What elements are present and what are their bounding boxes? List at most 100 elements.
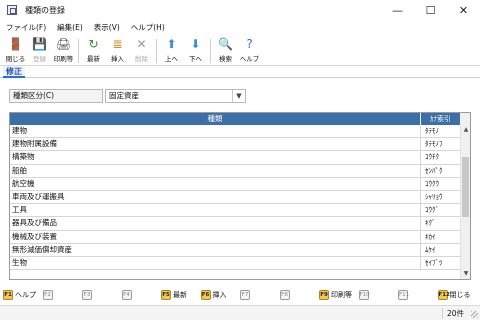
scroll-thumb[interactable]: [462, 157, 469, 217]
table-row[interactable]: 生物 ｾｲﾌﾞﾂ: [10, 256, 460, 271]
table-row[interactable]: 船舶 ｾﾝﾊﾟｸ: [10, 164, 460, 178]
table-row[interactable]: 器具及び備品 ｷｸﾞ: [10, 217, 460, 231]
kana-index-cell[interactable]: ｷｸﾞ: [421, 217, 460, 229]
function-key-label: 最新: [173, 291, 187, 299]
table-row[interactable]: 構築物 ｺｳﾁｸ: [10, 151, 460, 165]
menu-file[interactable]: ファイル(F): [6, 22, 46, 33]
mode-label: 修正: [3, 66, 25, 78]
toolbar-button-label: 登録: [33, 55, 46, 63]
function-key-badge: F7: [240, 290, 250, 300]
close-door-icon: 🚪: [8, 37, 23, 51]
delete-icon: ✕: [136, 37, 147, 51]
function-key-f8: F8: [279, 288, 320, 302]
column-header-kana[interactable]: ｶﾅ索引: [421, 113, 460, 125]
toolbar-button-label: 削除: [135, 55, 148, 63]
minimize-button[interactable]: —: [381, 0, 414, 20]
function-key-f5[interactable]: F5 最新: [161, 288, 201, 302]
category-select[interactable]: 固定資産 ▼: [105, 89, 246, 103]
type-name-cell[interactable]: 構築物: [10, 151, 421, 164]
function-key-f12[interactable]: F12 閉じる: [437, 288, 478, 302]
kana-index-cell[interactable]: ﾑｹｲ: [421, 244, 460, 256]
function-key-label: 閉じる: [449, 291, 471, 299]
toolbar-button-label: ヘルプ: [239, 55, 260, 63]
resize-grip-icon[interactable]: [471, 311, 478, 318]
refresh-icon: ↻: [88, 37, 99, 51]
function-key-f4: F4: [121, 288, 162, 302]
kana-index-cell[interactable]: ｷｶｲ: [421, 231, 460, 243]
arrow-up-icon: ⬆: [166, 37, 177, 51]
close-window-button[interactable]: ✕: [447, 0, 480, 20]
function-key-f9[interactable]: F9 印刷等: [319, 288, 359, 302]
type-name-cell[interactable]: 工具: [10, 204, 421, 217]
type-name-cell[interactable]: 航空機: [10, 177, 421, 190]
insert-icon: ≣: [112, 37, 123, 51]
type-name-cell[interactable]: 船舶: [10, 164, 421, 177]
table-row[interactable]: 工具 ｺｳｸﾞ: [10, 204, 460, 218]
column-header-name[interactable]: 種類: [10, 113, 421, 125]
toolbar-button-label: 最新: [87, 55, 100, 63]
app-icon: [7, 5, 17, 15]
toolbar-button-label: 上へ: [165, 55, 178, 63]
function-key-f1[interactable]: F1 ヘルプ: [3, 288, 43, 302]
toolbar-button-9[interactable]: ? ヘルプ: [238, 37, 261, 65]
kana-index-cell[interactable]: ｺｳｸｳ: [421, 178, 460, 190]
chevron-down-icon[interactable]: ▼: [232, 90, 245, 102]
menu-view[interactable]: 表示(V): [94, 22, 120, 33]
function-key-badge: F1: [3, 290, 13, 300]
type-name-cell[interactable]: 建物: [10, 125, 421, 138]
toolbar-button-2[interactable]: 🖨 印刷等: [52, 37, 75, 65]
table-row[interactable]: 航空機 ｺｳｸｳ: [10, 177, 460, 191]
toolbar-button-5[interactable]: ✕ 削除: [130, 37, 153, 65]
toolbar-button-0[interactable]: 🚪 閉じる: [4, 37, 27, 65]
vertical-scrollbar[interactable]: ▲ ▼: [460, 125, 470, 279]
table-row[interactable]: 建物附属設備 ﾀﾃﾓﾉﾌ: [10, 138, 460, 152]
table-row[interactable]: 車両及び運搬具 ｼｬﾘｮｳ: [10, 190, 460, 205]
type-name-cell[interactable]: 生物: [10, 256, 421, 270]
function-key-label: 挿入: [212, 291, 227, 299]
menu-edit[interactable]: 編集(E): [57, 22, 83, 33]
maximize-button[interactable]: ☐: [414, 0, 447, 20]
help-icon: ?: [246, 37, 253, 51]
toolbar-separator: [156, 39, 157, 63]
scroll-up-icon[interactable]: ▲: [461, 125, 470, 135]
function-key-badge: F6: [200, 290, 211, 300]
function-key-f2: F2: [42, 288, 83, 302]
kana-index-cell[interactable]: ﾀﾃﾓﾉﾌ: [421, 138, 460, 150]
toolbar-button-3[interactable]: ↻ 最新: [82, 37, 105, 65]
toolbar-button-1[interactable]: 💾 登録: [28, 37, 51, 65]
kana-index-cell[interactable]: ｺｳﾁｸ: [421, 151, 460, 163]
type-name-cell[interactable]: 車両及び運搬具: [10, 190, 421, 204]
function-key-f6[interactable]: F6 挿入: [200, 288, 241, 302]
function-key-badge: F4: [121, 290, 132, 300]
scroll-down-icon[interactable]: ▼: [461, 269, 470, 279]
type-name-cell[interactable]: 無形減価償却資産: [10, 243, 421, 256]
kana-index-cell[interactable]: ｺｳｸﾞ: [421, 204, 460, 216]
toolbar-button-label: 検索: [219, 55, 232, 63]
toolbar-separator: [78, 39, 79, 63]
function-key-f10: F10: [358, 288, 399, 302]
type-name-cell[interactable]: 機械及び装置: [10, 230, 421, 243]
table-row[interactable]: 機械及び装置 ｷｶｲ: [10, 230, 460, 244]
category-label: 種類区分(C): [9, 89, 103, 103]
table-row[interactable]: 無形減価償却資産 ﾑｹｲ: [10, 243, 460, 257]
window-title: 種類の登録: [25, 5, 65, 15]
toolbar: 🚪 閉じる 💾 登録 🖨 印刷等 ↻ 最新 ≣ 挿入 ✕ 削除 ⬆ 上へ ⬇ 下へ 🔍 検索? ヘルプ: [0, 35, 480, 66]
function-key-f7: F7: [240, 288, 280, 302]
toolbar-button-4[interactable]: ≣ 挿入: [106, 37, 129, 65]
menu-bar: ファイル(F) 編集(E) 表示(V) ヘルプ(H): [0, 20, 480, 35]
window-controls: — ☐ ✕: [381, 0, 480, 20]
type-name-cell[interactable]: 器具及び備品: [10, 217, 421, 230]
title-bar: 種類の登録 — ☐ ✕: [0, 0, 480, 20]
table-row[interactable]: 建物 ﾀﾃﾓﾉ: [10, 125, 460, 139]
type-name-cell[interactable]: 建物附属設備: [10, 138, 421, 151]
kana-index-cell[interactable]: ｼｬﾘｮｳ: [421, 191, 460, 203]
function-key-label: 印刷等: [331, 291, 352, 299]
toolbar-button-7[interactable]: ⬇ 下へ: [184, 37, 207, 65]
toolbar-button-6[interactable]: ⬆ 上へ: [160, 37, 183, 65]
menu-help[interactable]: ヘルプ(H): [131, 22, 165, 33]
function-key-badge: F2: [42, 290, 53, 300]
kana-index-cell[interactable]: ｾﾝﾊﾟｸ: [421, 165, 460, 177]
kana-index-cell[interactable]: ﾀﾃﾓﾉ: [421, 125, 460, 137]
toolbar-button-8[interactable]: 🔍 検索: [214, 37, 237, 65]
kana-index-cell[interactable]: ｾｲﾌﾞﾂ: [421, 257, 460, 269]
